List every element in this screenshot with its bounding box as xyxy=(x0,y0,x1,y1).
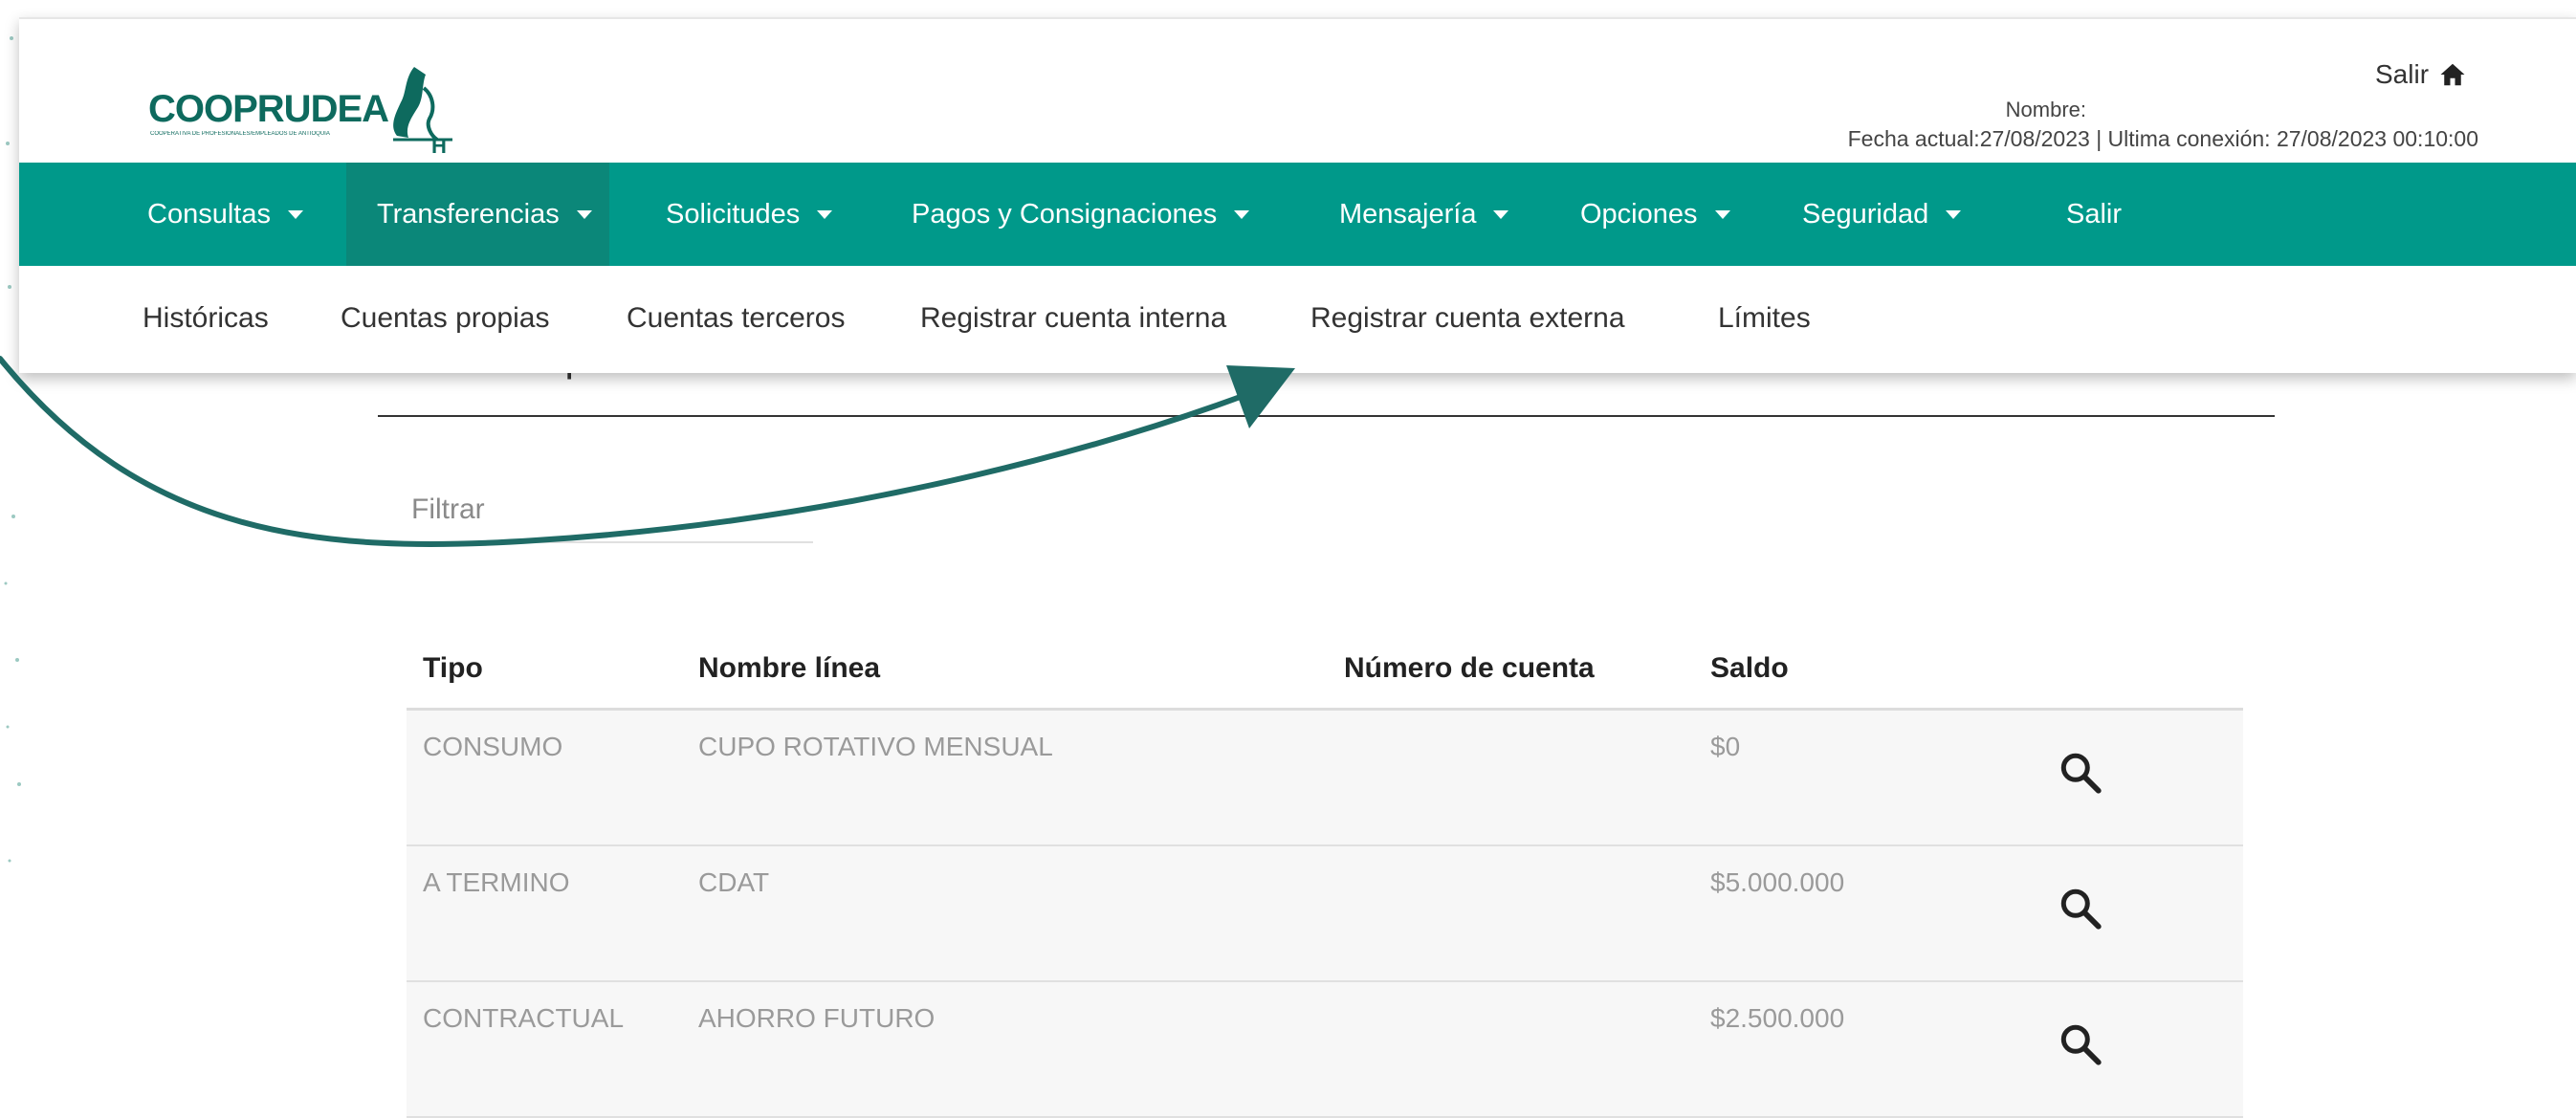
nav-label: Pagos y Consignaciones xyxy=(912,198,1218,230)
cell-nombre-linea: CDAT xyxy=(698,867,770,897)
nav-label: Solicitudes xyxy=(666,198,801,230)
table-header: Tipo Nombre línea Número de cuenta Saldo xyxy=(407,631,2243,711)
nav-mensajeria[interactable]: Mensajería xyxy=(1339,163,1509,266)
nav-label: Consultas xyxy=(147,198,271,230)
cell-tipo: CONTRACTUAL xyxy=(423,1003,625,1033)
caret-down-icon xyxy=(1493,209,1509,219)
brand-name: COOPRUDEA xyxy=(148,88,389,130)
svg-text:H: H xyxy=(431,134,447,155)
cell-nombre-linea: AHORRO FUTURO xyxy=(698,1003,936,1033)
nav-label: Salir xyxy=(2066,198,2123,230)
nav-label: Mensajería xyxy=(1339,198,1477,230)
cell-tipo: A TERMINO xyxy=(423,867,570,897)
caret-down-icon xyxy=(576,209,592,219)
nav-pagos-consignaciones[interactable]: Pagos y Consignaciones xyxy=(912,163,1250,266)
transferencias-submenu: Históricas Cuentas propias Cuentas terce… xyxy=(19,266,2576,371)
nav-label: Seguridad xyxy=(1802,198,1929,230)
submenu-cuentas-propias[interactable]: Cuentas propias xyxy=(341,302,549,335)
header-overlay: COOPRUDEA COOPERATIVA DE PROFESIONALES/E… xyxy=(19,17,2576,373)
caret-down-icon xyxy=(1234,209,1250,219)
top-exit-label: Salir xyxy=(2375,59,2430,89)
cell-nombre-linea: CUPO ROTATIVO MENSUAL xyxy=(698,732,1053,761)
section-divider xyxy=(378,415,2275,417)
caret-down-icon xyxy=(817,209,833,219)
nav-opciones[interactable]: Opciones xyxy=(1580,163,1730,266)
cell-saldo: $0 xyxy=(1710,732,1741,761)
cell-saldo: $2.500.000 xyxy=(1710,1003,1845,1033)
search-icon[interactable] xyxy=(2057,885,2104,932)
caret-down-icon xyxy=(1714,209,1730,219)
cell-saldo: $5.000.000 xyxy=(1710,867,1845,897)
nav-solicitudes[interactable]: Solicitudes xyxy=(666,163,833,266)
column-header-tipo: Tipo xyxy=(423,652,483,684)
user-name-label: Nombre: xyxy=(2005,98,2086,121)
search-icon[interactable] xyxy=(2057,749,2104,797)
products-table: Tipo Nombre línea Número de cuenta Saldo… xyxy=(407,631,2243,1118)
submenu-cuentas-terceros[interactable]: Cuentas terceros xyxy=(627,302,845,335)
filter-input[interactable] xyxy=(411,478,813,541)
nav-seguridad[interactable]: Seguridad xyxy=(1802,163,1962,266)
search-icon[interactable] xyxy=(2057,1020,2104,1068)
session-dates: Fecha actual:27/08/2023 | Ultima conexió… xyxy=(1847,126,2478,151)
nav-consultas[interactable]: Consultas xyxy=(147,163,303,266)
column-header-nombre-linea: Nombre línea xyxy=(698,652,881,684)
top-exit-link[interactable]: Salir xyxy=(2375,59,2467,90)
nav-salir[interactable]: Salir xyxy=(2066,163,2122,266)
submenu-limites[interactable]: Límites xyxy=(1718,302,1811,335)
column-header-saldo: Saldo xyxy=(1710,652,1789,684)
main-nav: Consultas Transferencias Solicitudes Pag… xyxy=(19,163,2576,266)
nav-transferencias[interactable]: Transferencias xyxy=(346,163,609,266)
home-icon xyxy=(2440,63,2465,86)
session-info: Nombre: Fecha actual:27/08/2023 | Ultima… xyxy=(1848,98,2478,152)
table-row: A TERMINO CDAT $5.000.000 xyxy=(407,846,2243,982)
nav-label: Transferencias xyxy=(377,198,560,230)
cell-tipo: CONSUMO xyxy=(423,732,563,761)
table-row: CONTRACTUAL AHORRO FUTURO $2.500.000 xyxy=(407,982,2243,1118)
column-header-numero-cuenta: Número de cuenta xyxy=(1344,652,1595,684)
brand-tagline: COOPERATIVA DE PROFESIONALES/EMPLEADOS D… xyxy=(150,131,330,137)
logo-figure-icon: H xyxy=(393,67,452,155)
table-row: CONSUMO CUPO ROTATIVO MENSUAL $0 xyxy=(407,711,2243,846)
filter-field[interactable] xyxy=(411,478,813,543)
submenu-registrar-cuenta-externa[interactable]: Registrar cuenta externa xyxy=(1310,302,1625,335)
brand-logo[interactable]: COOPRUDEA COOPERATIVA DE PROFESIONALES/E… xyxy=(148,40,464,155)
submenu-historicas[interactable]: Históricas xyxy=(143,302,269,335)
nav-label: Opciones xyxy=(1580,198,1698,230)
submenu-registrar-cuenta-interna[interactable]: Registrar cuenta interna xyxy=(920,302,1226,335)
caret-down-icon xyxy=(287,209,303,219)
caret-down-icon xyxy=(1946,209,1962,219)
